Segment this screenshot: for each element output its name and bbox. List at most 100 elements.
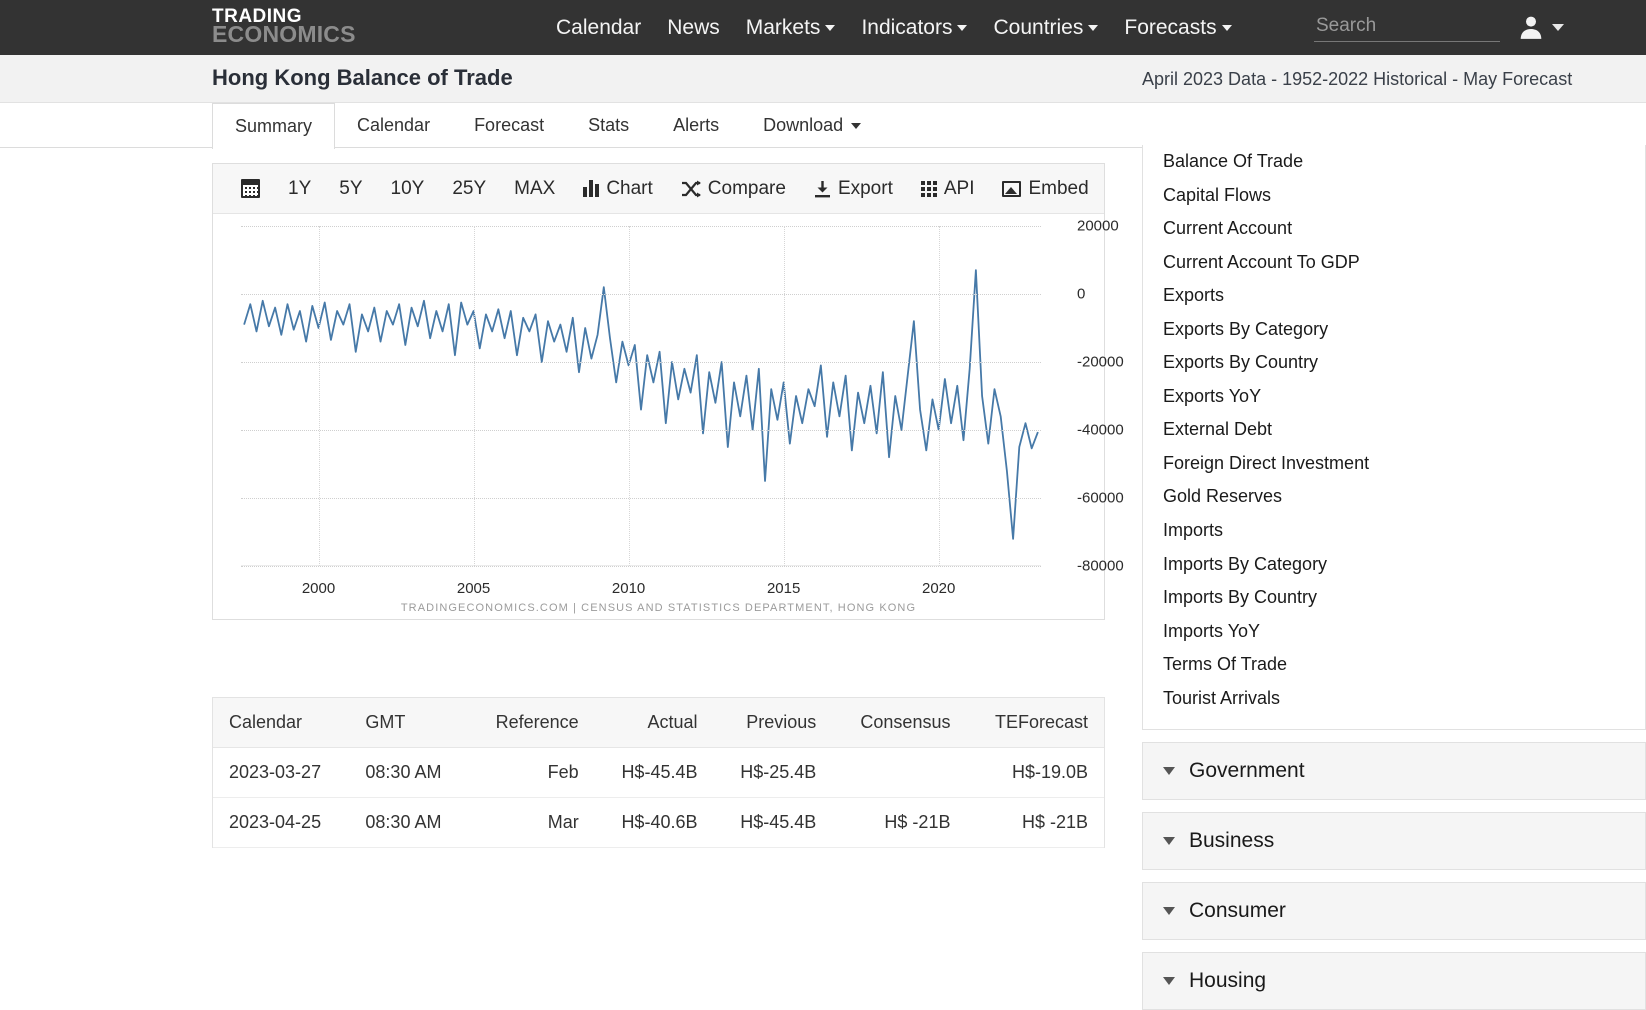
range-10y-button[interactable]: 10Y bbox=[377, 178, 439, 200]
sidebar-link-capital-flows[interactable]: Capital Flows bbox=[1143, 179, 1645, 213]
sidebar-link-imports-by-country[interactable]: Imports By Country bbox=[1143, 581, 1645, 615]
grid-icon bbox=[920, 180, 937, 197]
column-header-teforecast[interactable]: TEForecast bbox=[966, 698, 1104, 748]
sidebar-link-tourist-arrivals[interactable]: Tourist Arrivals bbox=[1143, 682, 1645, 716]
download-icon bbox=[814, 180, 830, 197]
chart-gridline-horizontal bbox=[241, 498, 1041, 499]
chart-toolbar: 1Y 5Y 10Y 25Y MAX Chart Compare Export A… bbox=[213, 164, 1104, 214]
toolbar-label: API bbox=[943, 177, 975, 199]
nav-item-calendar[interactable]: Calendar bbox=[556, 16, 641, 40]
chart-gridline-horizontal bbox=[241, 362, 1041, 363]
sidebar-link-exports-by-category[interactable]: Exports By Category bbox=[1143, 313, 1645, 347]
column-header-consensus[interactable]: Consensus bbox=[832, 698, 967, 748]
nav-item-markets[interactable]: Markets bbox=[746, 16, 836, 40]
nav-item-news[interactable]: News bbox=[667, 16, 720, 40]
accordion-government[interactable]: Government bbox=[1142, 742, 1646, 801]
chart-gridline-horizontal bbox=[241, 430, 1041, 431]
range-5y-button[interactable]: 5Y bbox=[325, 178, 376, 200]
chart-x-tick-label: 2005 bbox=[456, 580, 491, 597]
accordion-label: Government bbox=[1189, 759, 1305, 783]
cell-teforecast: H$ -21B bbox=[966, 797, 1104, 848]
accordion-housing[interactable]: Housing bbox=[1142, 952, 1646, 1010]
nav-item-label: Markets bbox=[745, 15, 821, 39]
tab-label: Alerts bbox=[673, 115, 720, 135]
chart-y-tick-label: -60000 bbox=[1077, 489, 1124, 507]
sidebar-link-foreign-direct-investment[interactable]: Foreign Direct Investment bbox=[1143, 447, 1645, 481]
primary-nav-items: Calendar News Markets Indicators Countri… bbox=[556, 0, 1232, 55]
page-title: Hong Kong Balance of Trade bbox=[212, 65, 513, 90]
compare-button[interactable]: Compare bbox=[667, 178, 800, 200]
cell-consensus bbox=[832, 747, 967, 798]
nav-item-countries[interactable]: Countries bbox=[993, 15, 1099, 40]
sidebar-link-imports[interactable]: Imports bbox=[1143, 514, 1645, 548]
calendar-range-button[interactable] bbox=[227, 179, 274, 198]
chevron-down-icon bbox=[851, 122, 862, 129]
tab-download[interactable]: Download bbox=[741, 103, 883, 148]
page-title-band: Hong Kong Balance of Trade April 2023 Da… bbox=[0, 55, 1646, 103]
column-header-gmt[interactable]: GMT bbox=[349, 698, 469, 748]
column-header-previous[interactable]: Previous bbox=[713, 698, 833, 748]
site-logo[interactable]: TRADING ECONOMICS bbox=[212, 7, 356, 46]
chart-y-tick-label: 0 bbox=[1077, 285, 1086, 303]
sidebar-link-exports[interactable]: Exports bbox=[1143, 279, 1645, 313]
triangle-down-icon bbox=[1163, 977, 1175, 986]
sidebar-link-imports-yoy[interactable]: Imports YoY bbox=[1143, 615, 1645, 649]
nav-item-label: Calendar bbox=[556, 15, 642, 39]
tab-band: Summary Calendar Forecast Stats Alerts D… bbox=[0, 103, 1646, 149]
tab-stats[interactable]: Stats bbox=[566, 103, 651, 148]
chart-gridline-vertical bbox=[783, 226, 785, 566]
sidebar-link-current-account-to-gdp[interactable]: Current Account To GDP bbox=[1143, 246, 1645, 280]
nav-item-forecasts[interactable]: Forecasts bbox=[1124, 15, 1232, 40]
chart-gridline-vertical bbox=[628, 226, 630, 566]
export-button[interactable]: Export bbox=[800, 178, 907, 200]
nav-item-indicators[interactable]: Indicators bbox=[861, 16, 968, 40]
tab-calendar[interactable]: Calendar bbox=[335, 103, 452, 148]
chart-y-tick-label: -80000 bbox=[1077, 557, 1124, 575]
cell-reference: Mar bbox=[468, 797, 595, 848]
range-1y-button[interactable]: 1Y bbox=[274, 178, 325, 200]
user-avatar-icon[interactable] bbox=[1518, 14, 1544, 40]
chart-gridline-horizontal bbox=[241, 566, 1041, 567]
table-row[interactable]: 2023-04-25 08:30 AM Mar H$-40.6B H$-45.4… bbox=[213, 797, 1104, 848]
sidebar-link-current-account[interactable]: Current Account bbox=[1143, 212, 1645, 246]
toolbar-label: 5Y bbox=[339, 177, 363, 199]
column-header-actual[interactable]: Actual bbox=[594, 698, 714, 748]
user-menu-chevron-down-icon[interactable] bbox=[1552, 24, 1564, 31]
tab-list: Summary Calendar Forecast Stats Alerts D… bbox=[212, 103, 883, 149]
sidebar-link-external-debt[interactable]: External Debt bbox=[1143, 413, 1645, 447]
search-input[interactable] bbox=[1314, 12, 1500, 42]
toolbar-label: Export bbox=[837, 177, 893, 199]
sidebar-link-gold-reserves[interactable]: Gold Reserves bbox=[1143, 480, 1645, 514]
accordion-business[interactable]: Business bbox=[1142, 812, 1646, 871]
cell-previous: H$-45.4B bbox=[713, 797, 833, 848]
range-25y-button[interactable]: 25Y bbox=[438, 178, 500, 200]
column-header-calendar[interactable]: Calendar bbox=[213, 698, 350, 748]
tab-alerts[interactable]: Alerts bbox=[651, 103, 741, 148]
triangle-down-icon bbox=[1163, 837, 1175, 846]
toolbar-label: 10Y bbox=[390, 177, 425, 199]
embed-button[interactable]: Embed bbox=[988, 178, 1102, 200]
nav-item-label: Countries bbox=[993, 15, 1084, 39]
sidebar-link-exports-yoy[interactable]: Exports YoY bbox=[1143, 380, 1645, 414]
sidebar-link-balance-of-trade[interactable]: Balance Of Trade bbox=[1143, 145, 1645, 179]
tab-label: Download bbox=[763, 115, 844, 135]
chart-plot[interactable]: 20000 0 -20000 -40000 -60000 -80000 2000 2005 20… bbox=[241, 218, 1124, 597]
tab-summary[interactable]: Summary bbox=[212, 103, 336, 149]
range-max-button[interactable]: MAX bbox=[500, 178, 569, 200]
table-row[interactable]: 2023-03-27 08:30 AM Feb H$-45.4B H$-25.4… bbox=[213, 747, 1104, 798]
accordion-consumer[interactable]: Consumer bbox=[1142, 882, 1646, 941]
chart-type-button[interactable]: Chart bbox=[569, 178, 666, 200]
triangle-down-icon bbox=[1163, 767, 1175, 776]
column-header-reference[interactable]: Reference bbox=[468, 698, 595, 748]
sidebar-link-imports-by-category[interactable]: Imports By Category bbox=[1143, 548, 1645, 582]
tab-forecast[interactable]: Forecast bbox=[452, 103, 566, 148]
chart-attribution: TRADINGECONOMICS.COM | CENSUS AND STATIS… bbox=[400, 602, 917, 614]
sidebar-link-terms-of-trade[interactable]: Terms Of Trade bbox=[1143, 648, 1645, 682]
sidebar-link-exports-by-country[interactable]: Exports By Country bbox=[1143, 346, 1645, 380]
accordion-label: Consumer bbox=[1189, 899, 1286, 923]
chevron-down-icon bbox=[957, 24, 968, 31]
api-button[interactable]: API bbox=[907, 178, 989, 200]
cell-actual: H$-40.6B bbox=[594, 797, 714, 848]
nav-item-label: Forecasts bbox=[1124, 15, 1217, 39]
right-sidebar: Balance Of Trade Capital Flows Current A… bbox=[1142, 145, 1646, 1010]
